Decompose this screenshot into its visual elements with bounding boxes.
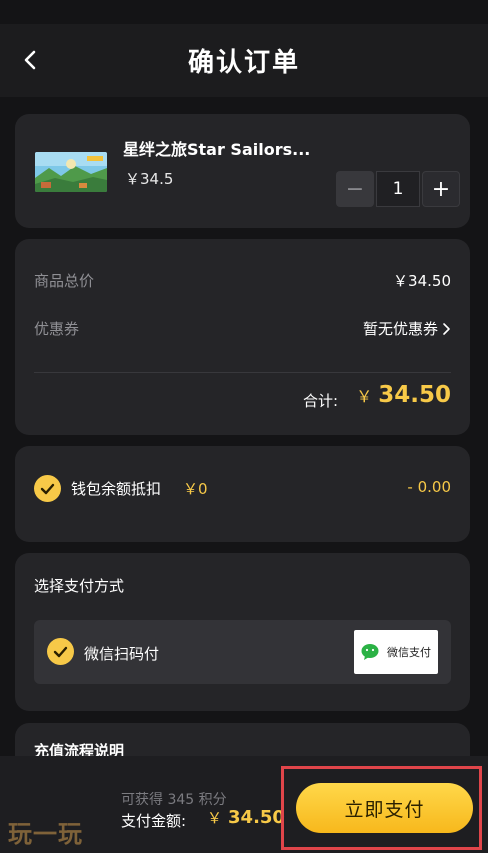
points-earned: 可获得 345 积分 [121, 792, 227, 808]
wechat-pay-logo: 微信支付 [354, 630, 438, 674]
page-header: 确认订单 [0, 24, 488, 97]
price-summary-card: 商品总价 ￥34.50 优惠券 暂无优惠券 合计: ￥ 34.50 [15, 239, 470, 435]
quantity-value[interactable]: 1 [376, 171, 420, 207]
wechat-icon [361, 644, 379, 660]
pay-amount: ￥ 34.50 [207, 807, 285, 828]
wechat-pay-logo-text: 微信支付 [387, 646, 431, 659]
pay-now-button[interactable]: 立即支付 [296, 783, 473, 833]
subtotal-value: ￥34.50 [393, 272, 451, 290]
wallet-checkbox[interactable] [34, 475, 61, 502]
wechat-pay-radio[interactable] [47, 638, 74, 665]
payment-method-card: 选择支付方式 微信扫码付 微信支付 [15, 553, 470, 711]
increase-quantity-button[interactable]: + [422, 171, 460, 207]
decrease-quantity-button[interactable]: − [336, 171, 374, 207]
chevron-left-icon [24, 50, 36, 70]
wechat-pay-label: 微信扫码付 [84, 645, 160, 663]
wechat-pay-option[interactable]: 微信扫码付 微信支付 [34, 620, 451, 684]
wallet-balance: ￥0 [183, 480, 208, 498]
total-currency: ￥ [356, 387, 373, 406]
status-bar [0, 0, 488, 24]
page-title: 确认订单 [187, 48, 300, 78]
total-label: 合计: [303, 392, 339, 410]
wallet-label: 钱包余额抵扣 [71, 480, 162, 498]
watermark-logo: 玩一玩 [8, 820, 83, 848]
pay-amount-currency: ￥ [207, 809, 223, 827]
chevron-right-icon [443, 322, 450, 335]
pay-amount-value: 34.50 [228, 807, 285, 828]
total-value: 34.50 [378, 382, 451, 408]
total-amount: ￥ 34.50 [356, 382, 451, 408]
quantity-stepper: − 1 + [336, 171, 460, 207]
back-button[interactable] [12, 42, 48, 78]
coupon-value: 暂无优惠券 [362, 320, 438, 338]
product-price: ￥34.5 [125, 170, 174, 188]
divider [34, 372, 451, 373]
subtotal-label: 商品总价 [34, 272, 95, 290]
checkout-bar: 玩一玩 可获得 345 积分 支付金额: ￥ 34.50 立即支付 [0, 756, 488, 853]
checkmark-icon [40, 483, 55, 494]
game-cover-image [35, 152, 107, 192]
product-card: 星绊之旅Star Sailors... ￥34.5 − 1 + [15, 114, 470, 228]
checkmark-icon [53, 646, 68, 657]
coupon-label: 优惠券 [34, 320, 80, 338]
product-name: 星绊之旅Star Sailors... [123, 140, 311, 159]
coupon-selector[interactable]: 暂无优惠券 [363, 318, 451, 339]
wallet-card: 钱包余额抵扣 ￥0 - 0.00 [15, 446, 470, 542]
product-thumbnail[interactable] [35, 152, 107, 192]
wallet-deduction: - 0.00 [407, 478, 451, 496]
pay-amount-label: 支付金额: [121, 812, 187, 830]
payment-method-title: 选择支付方式 [34, 577, 125, 595]
